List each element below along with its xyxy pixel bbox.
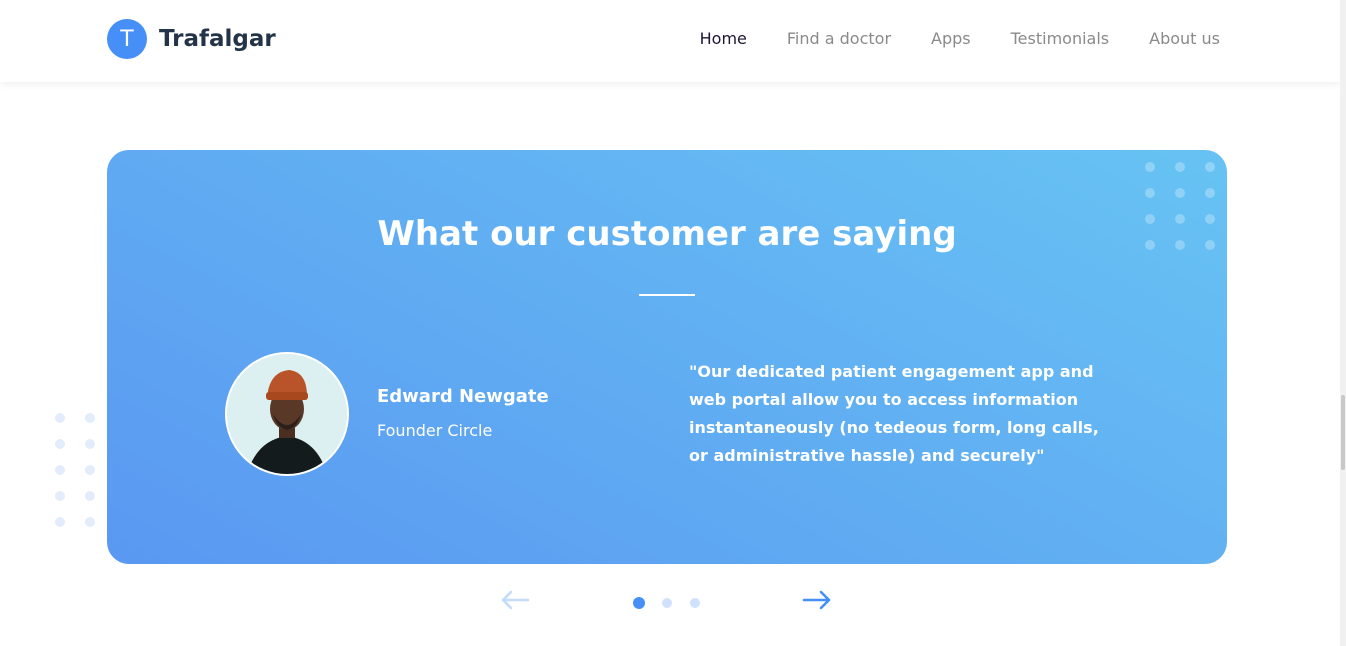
brand-name: Trafalgar	[159, 26, 276, 52]
nav-home[interactable]: Home	[700, 29, 747, 48]
site-header: T Trafalgar Home Find a doctor Apps Test…	[0, 0, 1340, 82]
pagination-dot-2[interactable]	[662, 598, 672, 608]
prev-button[interactable]	[498, 586, 532, 614]
person-name: Edward Newgate	[377, 386, 549, 407]
person-portrait-icon	[227, 354, 347, 474]
title-divider	[639, 294, 695, 296]
logo-link[interactable]: T Trafalgar	[107, 19, 276, 59]
scrollbar-thumb[interactable]	[1341, 395, 1345, 470]
testimonial-quote: "Our dedicated patient engagement app an…	[689, 362, 1099, 465]
nav-testimonials[interactable]: Testimonials	[1011, 29, 1110, 48]
pagination-dot-3[interactable]	[690, 598, 700, 608]
person-role: Founder Circle	[377, 421, 493, 440]
nav-about-us[interactable]: About us	[1149, 29, 1220, 48]
arrow-right-icon	[802, 590, 831, 610]
next-button[interactable]	[800, 586, 834, 614]
avatar	[225, 352, 349, 476]
decorative-dots-left	[55, 413, 95, 527]
page: T Trafalgar Home Find a doctor Apps Test…	[0, 0, 1346, 646]
pagination-dot-1[interactable]	[633, 597, 645, 609]
main-nav: Home Find a doctor Apps Testimonials Abo…	[700, 29, 1220, 48]
scrollbar[interactable]	[1340, 0, 1346, 646]
arrow-left-icon	[501, 590, 530, 610]
nav-apps[interactable]: Apps	[931, 29, 971, 48]
nav-find-a-doctor[interactable]: Find a doctor	[787, 29, 891, 48]
testimonial-card: What our customer are saying Edward Newg…	[107, 150, 1227, 564]
logo-mark: T	[107, 19, 147, 59]
section-title: What our customer are saying	[377, 214, 957, 254]
